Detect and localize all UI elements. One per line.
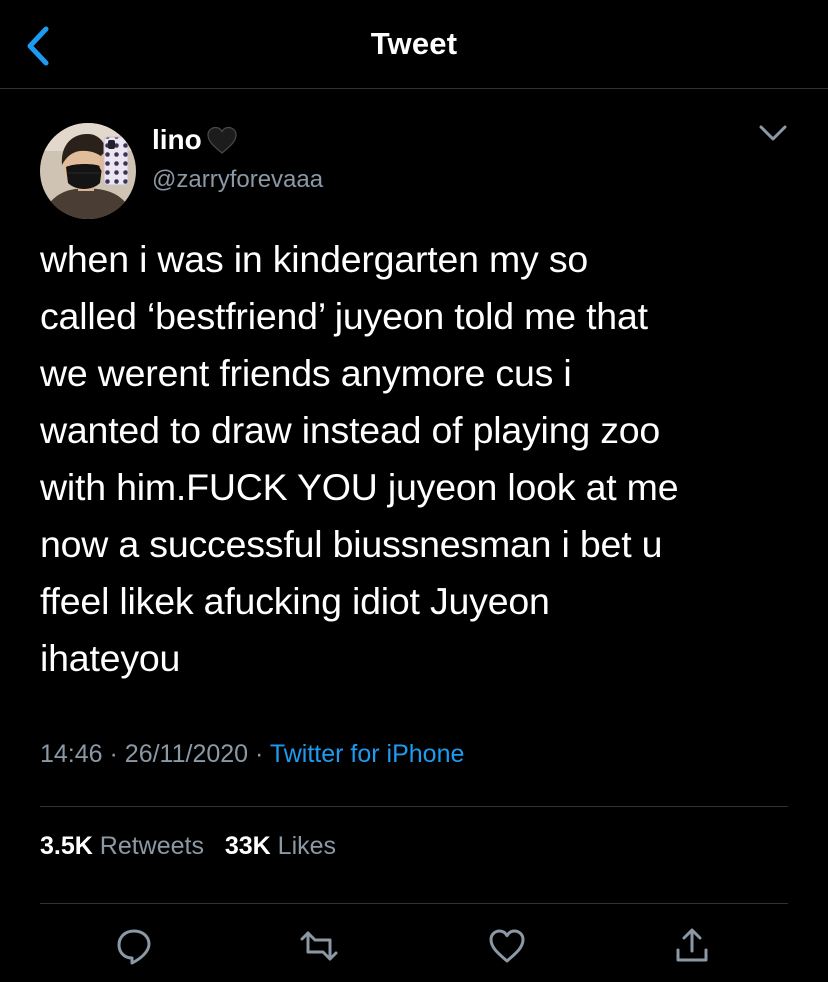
author-name[interactable]: lino	[152, 122, 239, 158]
share-button[interactable]	[670, 924, 714, 968]
reply-button[interactable]	[112, 924, 156, 968]
tweet-time: 14:46	[40, 740, 103, 768]
retweet-button[interactable]	[297, 924, 341, 968]
tweet-source-link[interactable]: Twitter for iPhone	[270, 740, 465, 768]
avatar[interactable]	[40, 123, 136, 219]
heart-icon	[489, 929, 525, 963]
share-icon	[676, 928, 708, 962]
tweet-date: 26/11/2020	[124, 740, 249, 768]
tweet-stats: 3.5K Retweets 33K Likes	[40, 832, 336, 861]
top-bar: Tweet	[0, 0, 828, 89]
tweet-text: when i was in kindergarten my so called …	[40, 238, 679, 679]
chevron-down-icon	[759, 125, 787, 141]
divider	[40, 806, 788, 807]
likes-count: 33K	[224, 832, 271, 860]
retweets-stat[interactable]: 3.5K Retweets	[40, 832, 211, 860]
divider	[40, 903, 788, 904]
display-name: lino	[152, 124, 202, 155]
likes-label: Likes	[277, 832, 337, 860]
retweets-label: Retweets	[99, 832, 204, 860]
reply-icon	[117, 929, 151, 965]
likes-stat[interactable]: 33K Likes	[225, 832, 336, 860]
tweet-options-button[interactable]	[755, 120, 791, 146]
retweets-count: 3.5K	[40, 832, 93, 860]
author-handle[interactable]: @zarryforevaaa	[152, 166, 323, 194]
avatar-photo	[40, 123, 136, 219]
like-button[interactable]	[485, 924, 529, 968]
retweet-icon	[300, 931, 338, 961]
tweet-meta: 14:46 · 26/11/2020 · Twitter for iPhone	[40, 740, 464, 769]
meta-separator: ·	[109, 740, 118, 768]
black-heart-icon	[207, 126, 237, 154]
page-title: Tweet	[370, 26, 458, 61]
meta-separator: ·	[255, 740, 264, 768]
